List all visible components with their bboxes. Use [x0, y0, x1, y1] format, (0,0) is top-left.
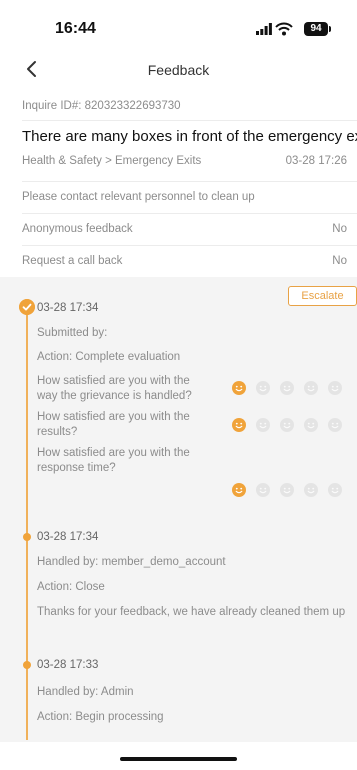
- smiley-face-icon: [256, 381, 270, 395]
- divider: [22, 181, 357, 182]
- rating-row: [232, 381, 352, 397]
- timeline-dot: [23, 533, 31, 541]
- smiley-face-icon: [304, 483, 318, 497]
- feedback-detail-card: Inquire ID#: 820323322693730 There are m…: [0, 92, 357, 277]
- callback-value: No: [332, 255, 347, 267]
- timeline-actor: Handled by: Admin: [37, 686, 134, 698]
- smiley-face-icon: [328, 483, 342, 497]
- wifi-icon: [275, 22, 293, 36]
- status-bar: 16:44 94: [0, 0, 357, 46]
- check-circle-icon: [19, 299, 35, 315]
- rating-question: How satisfied are you with the response …: [37, 447, 190, 474]
- escalate-button[interactable]: Escalate: [288, 286, 357, 306]
- callback-label: Request a call back: [22, 255, 123, 267]
- feedback-date: 03-28 17:26: [285, 155, 347, 167]
- timeline-time: 03-28 17:33: [37, 659, 99, 671]
- smiley-face-icon: [256, 418, 270, 432]
- timeline-dot: [23, 661, 31, 669]
- signal-icon: [256, 23, 272, 35]
- inquire-id: Inquire ID#: 820323322693730: [22, 100, 181, 112]
- home-indicator[interactable]: [120, 757, 237, 761]
- bottom-area: [0, 742, 357, 770]
- status-time: 16:44: [55, 20, 96, 37]
- smiley-face-icon: [232, 381, 246, 395]
- rating-row: [232, 483, 352, 499]
- anonymous-label: Anonymous feedback: [22, 223, 133, 235]
- divider: [22, 213, 357, 214]
- timeline-actor: Submitted by:: [37, 327, 108, 339]
- smiley-face-icon: [232, 418, 246, 432]
- smiley-face-icon: [280, 381, 294, 395]
- timeline-action: Action: Close: [37, 581, 105, 593]
- smiley-face-icon: [256, 483, 270, 497]
- timeline-actor: Handled by: member_demo_account: [37, 556, 226, 568]
- smiley-face-icon: [328, 381, 342, 395]
- smiley-face-icon: [280, 483, 294, 497]
- smiley-face-icon: [328, 418, 342, 432]
- timeline-time: 03-28 17:34: [37, 302, 99, 314]
- timeline-line: [26, 308, 28, 740]
- page-title: Feedback: [147, 62, 210, 78]
- anonymous-value: No: [332, 223, 347, 235]
- feedback-subject: There are many boxes in front of the eme…: [22, 128, 357, 145]
- timeline-action: Action: Complete evaluation: [37, 351, 181, 363]
- smiley-face-icon: [280, 418, 294, 432]
- rating-question: How satisfied are you with the way the g…: [37, 375, 192, 402]
- battery-icon: 94: [304, 22, 331, 36]
- smiley-face-icon: [304, 418, 318, 432]
- divider: [22, 120, 357, 121]
- rating-question: How satisfied are you with the results?: [37, 411, 190, 438]
- smiley-face-icon: [232, 483, 246, 497]
- feedback-instruction: Please contact relevant personnel to cle…: [22, 191, 255, 203]
- smiley-face-icon: [304, 381, 318, 395]
- nav-bar: Feedback: [0, 46, 357, 93]
- timeline-time: 03-28 17:34: [37, 531, 99, 543]
- timeline-note: Thanks for your feedback, we have alread…: [37, 606, 346, 618]
- timeline-action: Action: Begin processing: [37, 711, 164, 723]
- divider: [22, 245, 357, 246]
- rating-row: [232, 418, 352, 434]
